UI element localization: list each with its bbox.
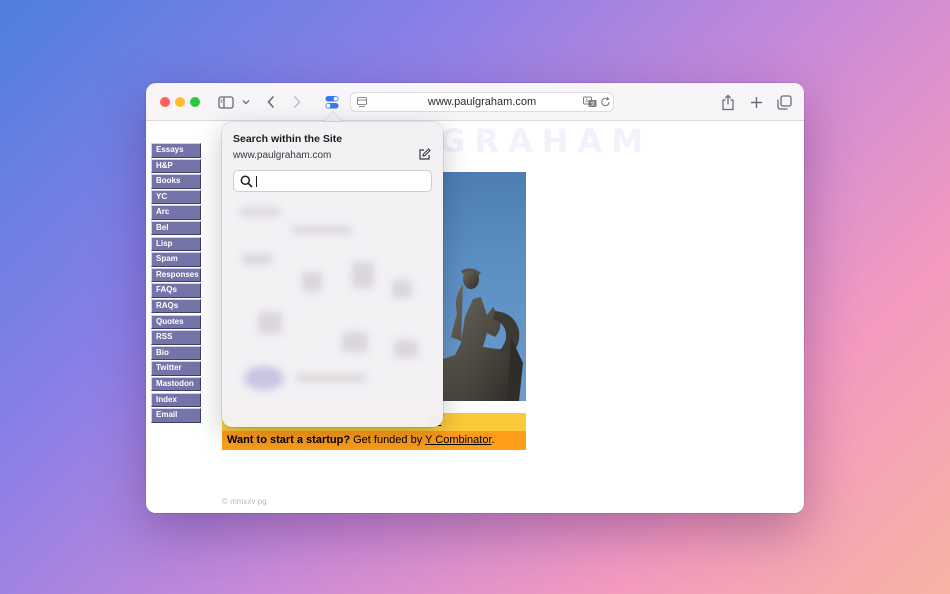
nav-bio[interactable]: Bio bbox=[151, 345, 201, 361]
popover-title: Search within the Site bbox=[233, 133, 343, 145]
nav-rss[interactable]: RSS bbox=[151, 330, 201, 345]
blurred-placeholder bbox=[302, 272, 322, 292]
extension-toggle-icon bbox=[325, 96, 339, 109]
sidebar-toggle-button[interactable] bbox=[217, 92, 235, 112]
tab-group-menu-button[interactable] bbox=[241, 92, 251, 112]
forward-button[interactable] bbox=[289, 92, 305, 112]
tab-overview-button[interactable] bbox=[775, 92, 793, 112]
blurred-placeholder bbox=[392, 280, 412, 298]
nav-hp[interactable]: H&P bbox=[151, 158, 201, 174]
svg-text:A: A bbox=[585, 99, 589, 105]
nav-faqs[interactable]: FAQs bbox=[151, 283, 201, 298]
nav-responses[interactable]: Responses bbox=[151, 267, 201, 283]
text-cursor bbox=[256, 176, 257, 187]
nav-lisp[interactable]: Lisp bbox=[151, 236, 201, 252]
share-button[interactable] bbox=[719, 92, 737, 112]
blurred-placeholder bbox=[240, 208, 280, 216]
nav-essays[interactable]: Essays bbox=[151, 143, 201, 158]
close-window-button[interactable] bbox=[160, 97, 170, 107]
blurred-placeholder bbox=[342, 332, 368, 352]
nav-yc[interactable]: YC bbox=[151, 189, 201, 205]
site-nav: Essays H&P Books YC Arc Bel Lisp Spam Re… bbox=[151, 143, 201, 424]
reload-icon[interactable] bbox=[600, 96, 611, 108]
blurred-placeholder bbox=[244, 366, 284, 390]
startup-period: . bbox=[491, 434, 495, 446]
site-search-popover: Search within the Site www.paulgraham.co… bbox=[222, 122, 443, 427]
startup-band: Want to start a startup? Get funded by Y… bbox=[222, 431, 526, 450]
copyright-footer: © mmxxv pg bbox=[222, 497, 267, 506]
back-button[interactable] bbox=[263, 92, 279, 112]
blurred-placeholder bbox=[394, 340, 418, 358]
chevron-right-icon bbox=[293, 95, 301, 109]
chevron-down-icon bbox=[242, 100, 250, 105]
blurred-placeholder bbox=[242, 254, 272, 264]
address-bar[interactable]: www.paulgraham.com A文 bbox=[350, 92, 614, 112]
edit-icon[interactable] bbox=[418, 148, 431, 161]
new-tab-button[interactable] bbox=[747, 92, 765, 112]
blurred-placeholder bbox=[352, 262, 374, 288]
nav-books[interactable]: Books bbox=[151, 174, 201, 189]
nav-bel[interactable]: Bel bbox=[151, 220, 201, 236]
sidebar-icon bbox=[218, 95, 234, 109]
nav-mastodon[interactable]: Mastodon bbox=[151, 376, 201, 392]
startup-text: Get funded by bbox=[350, 434, 426, 446]
site-banner-title: GRAHAM bbox=[439, 122, 653, 160]
chevron-left-icon bbox=[267, 95, 275, 109]
minimize-window-button[interactable] bbox=[175, 97, 185, 107]
url-text[interactable]: www.paulgraham.com bbox=[351, 96, 613, 108]
site-search-box[interactable] bbox=[233, 170, 432, 192]
ycombinator-link[interactable]: Y Combinator bbox=[425, 434, 491, 446]
nav-spam[interactable]: Spam bbox=[151, 252, 201, 267]
nav-email[interactable]: Email bbox=[151, 408, 201, 423]
nav-quotes[interactable]: Quotes bbox=[151, 314, 201, 330]
blurred-results-area bbox=[222, 202, 443, 427]
zoom-window-button[interactable] bbox=[190, 97, 200, 107]
plus-icon bbox=[750, 96, 762, 108]
blurred-placeholder bbox=[292, 226, 352, 234]
statue-image bbox=[443, 268, 523, 401]
nav-twitter[interactable]: Twitter bbox=[151, 361, 201, 376]
tab-overview-icon bbox=[776, 94, 792, 110]
browser-toolbar: www.paulgraham.com A文 bbox=[146, 83, 804, 121]
site-search-input[interactable] bbox=[258, 173, 428, 189]
translate-icon[interactable]: A文 bbox=[583, 96, 597, 108]
blurred-placeholder bbox=[258, 312, 282, 334]
nav-raqs[interactable]: RAQs bbox=[151, 298, 201, 314]
svg-text:文: 文 bbox=[590, 101, 595, 108]
startup-question: Want to start a startup? bbox=[227, 434, 351, 446]
extension-button[interactable] bbox=[323, 92, 341, 112]
nav-arc[interactable]: Arc bbox=[151, 205, 201, 220]
popover-site-domain: www.paulgraham.com bbox=[233, 150, 332, 161]
share-icon bbox=[722, 93, 734, 110]
nav-index[interactable]: Index bbox=[151, 392, 201, 407]
search-icon bbox=[240, 175, 253, 188]
blurred-placeholder bbox=[296, 374, 366, 382]
hero-image bbox=[443, 172, 526, 401]
